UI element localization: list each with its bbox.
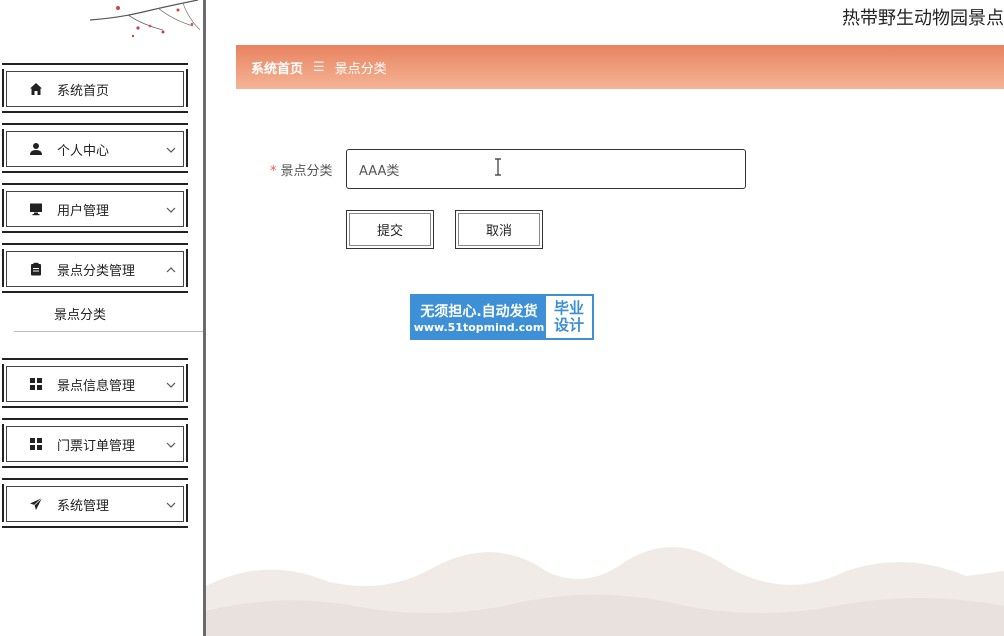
sidebar-item-frame: 个人中心 [6, 131, 184, 167]
sidebar-item-label: 用户管理 [57, 203, 110, 219]
chevron-down-icon [166, 382, 176, 388]
user-icon [28, 141, 44, 157]
chevron-down-icon [166, 207, 176, 213]
sidebar: 系统首页 个人中心 用户管理 景点分类管理 景点分类 景点信息管理 门票订单管理… [0, 0, 203, 636]
plum-branch-decoration [89, 0, 201, 38]
submenu-item-category[interactable]: 景点分类 [54, 304, 106, 323]
chevron-down-icon [166, 502, 176, 508]
breadcrumb-separator: ☰ [313, 59, 325, 75]
sidebar-item-label: 个人中心 [57, 143, 110, 159]
chevron-down-icon [166, 442, 176, 448]
cancel-button[interactable]: 取消 [455, 210, 543, 249]
submenu-divider [14, 331, 203, 332]
app-root: 系统首页 个人中心 用户管理 景点分类管理 景点分类 景点信息管理 门票订单管理… [0, 0, 1004, 636]
grid-icon [28, 376, 44, 392]
sidebar-item-label: 门票订单管理 [57, 438, 136, 454]
ink-mountains-background [206, 547, 1004, 636]
breadcrumb-home[interactable]: 系统首页 [251, 58, 303, 77]
watermark-badge-line1: 毕业 [553, 299, 584, 317]
sidebar-item-home[interactable]: 系统首页 [2, 63, 188, 113]
sidebar-item-system-management[interactable]: 系统管理 [2, 478, 188, 528]
grid-icon [28, 436, 44, 452]
sidebar-item-user-management[interactable]: 用户管理 [2, 183, 188, 233]
monitor-icon [28, 201, 44, 217]
sidebar-item-frame: 系统首页 [6, 71, 184, 107]
home-icon [28, 81, 44, 97]
required-mark: * [270, 164, 277, 179]
breadcrumb: 系统首页 ☰ 景点分类 [236, 45, 1004, 89]
sidebar-item-frame: 景点信息管理 [6, 366, 184, 402]
sidebar-item-frame: 系统管理 [6, 486, 184, 522]
watermark-text-block: 无须担心.自动发货 www.51topmind.com [412, 296, 546, 338]
sidebar-item-personal-center[interactable]: 个人中心 [2, 123, 188, 173]
clipboard-icon [28, 261, 44, 277]
sidebar-item-frame: 用户管理 [6, 191, 184, 227]
breadcrumb-current: 景点分类 [334, 61, 387, 77]
sidebar-item-category-management[interactable]: 景点分类管理 [2, 243, 188, 293]
watermark-line2: www.51topmind.com [413, 320, 545, 334]
sidebar-item-ticket-orders[interactable]: 门票订单管理 [2, 418, 188, 468]
sidebar-item-attraction-management[interactable]: 景点信息管理 [2, 358, 188, 408]
chevron-up-icon [166, 267, 176, 273]
sidebar-item-label: 景点信息管理 [57, 378, 136, 394]
send-icon [28, 496, 44, 512]
sidebar-item-label: 系统首页 [57, 83, 110, 99]
watermark-badge-line2: 设计 [553, 316, 584, 334]
watermark-line1: 无须担心.自动发货 [420, 303, 538, 320]
site-title: 热带野生动物园景点 [842, 8, 1004, 29]
submit-button[interactable]: 提交 [346, 210, 434, 249]
sidebar-item-label: 景点分类管理 [57, 263, 136, 279]
watermark-banner: 无须担心.自动发货 www.51topmind.com 毕业 设计 [410, 294, 594, 340]
main-content: 热带野生动物园景点 系统首页 ☰ 景点分类 *景点分类 提交 取消 无须担心.自… [206, 0, 1004, 636]
sidebar-item-label: 系统管理 [57, 498, 110, 514]
sidebar-item-frame: 门票订单管理 [6, 426, 184, 462]
chevron-down-icon [166, 147, 176, 153]
text-cursor-icon [495, 158, 501, 176]
category-field-label: * 景点分类 [270, 160, 333, 179]
sidebar-item-frame: 景点分类管理 [6, 251, 184, 287]
category-input[interactable] [346, 149, 746, 189]
category-label-text: 景点分类 [280, 164, 333, 179]
watermark-badge: 毕业 设计 [546, 296, 592, 338]
